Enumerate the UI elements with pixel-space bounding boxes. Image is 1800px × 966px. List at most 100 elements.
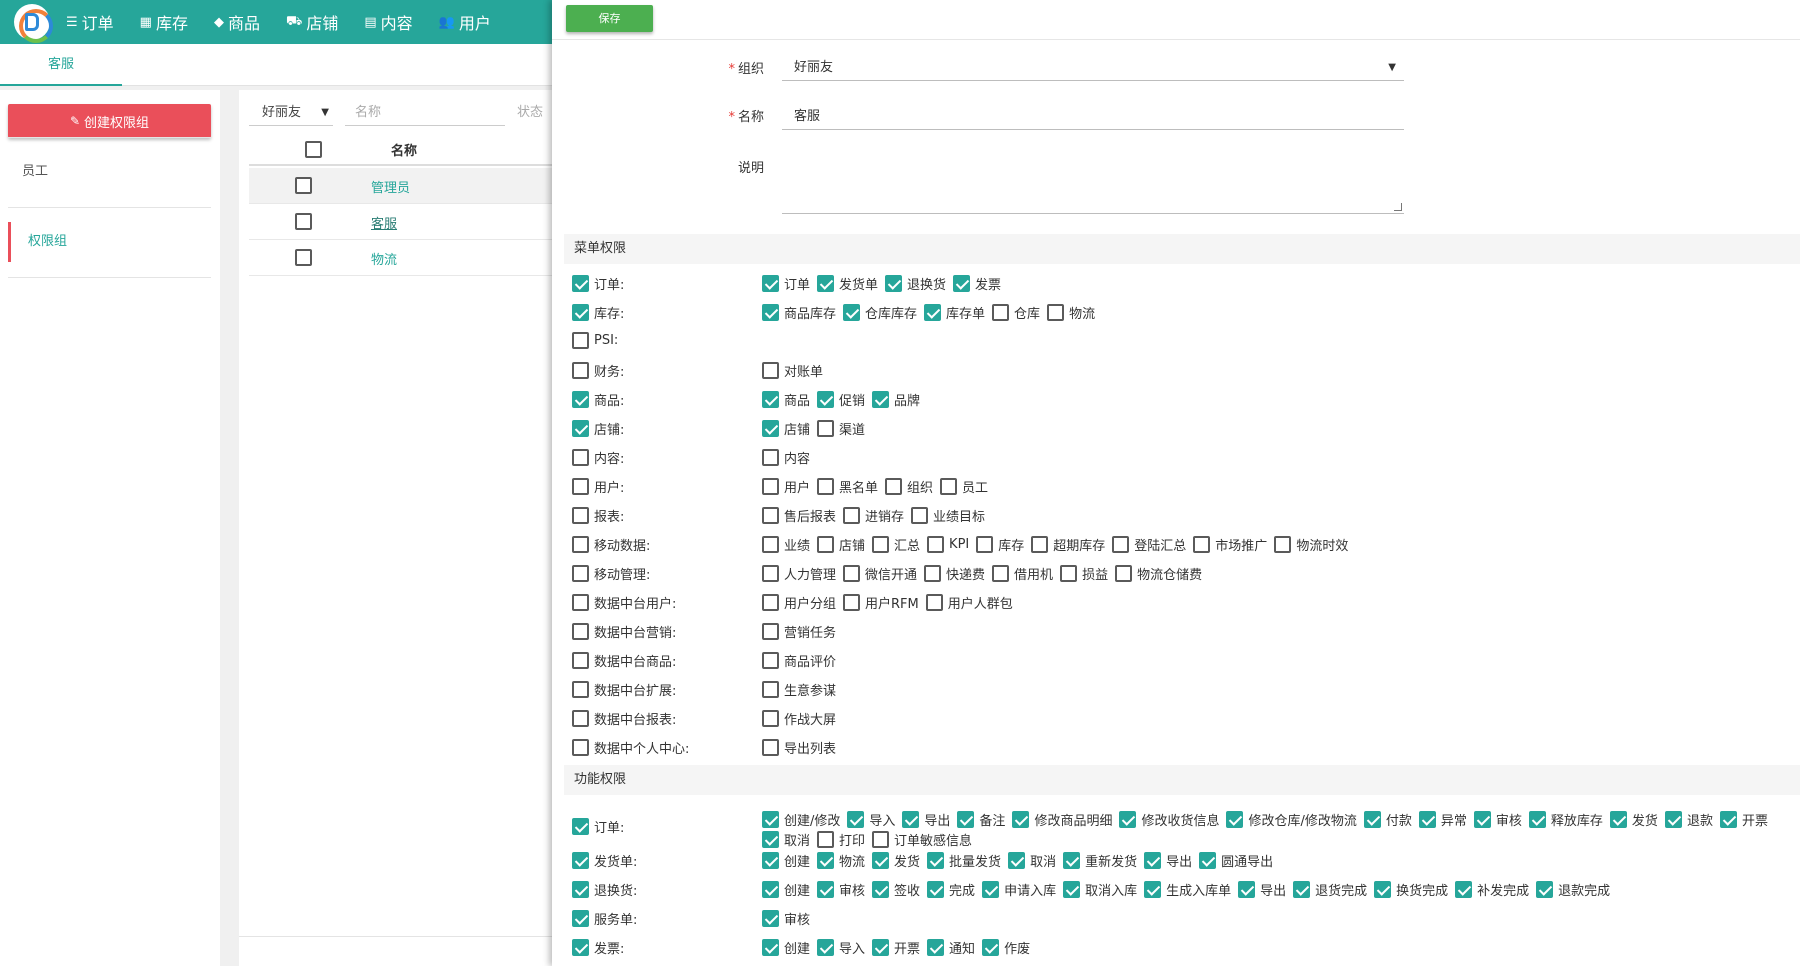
permission-option-checkbox[interactable]: 物流 [817, 851, 865, 870]
permission-option-checkbox[interactable]: 审核 [817, 880, 865, 899]
permission-option-checkbox[interactable]: 库存单 [924, 303, 985, 322]
row-checkbox[interactable] [295, 213, 312, 230]
permission-option-checkbox[interactable]: 通知 [927, 938, 975, 957]
permission-option-checkbox[interactable]: 市场推广 [1193, 535, 1267, 554]
permission-option-checkbox[interactable]: 仓库 [992, 303, 1040, 322]
row-checkbox[interactable] [295, 177, 312, 194]
permission-option-checkbox[interactable]: 退货完成 [1293, 880, 1367, 899]
permission-option-checkbox[interactable]: 组织 [885, 477, 933, 496]
checkbox[interactable] [572, 536, 589, 553]
checkbox[interactable] [817, 391, 835, 408]
checkbox[interactable] [976, 536, 994, 553]
checkbox[interactable] [572, 594, 589, 611]
permission-option-checkbox[interactable]: 修改商品明细 [1012, 810, 1112, 829]
permission-option-checkbox[interactable]: 黑名单 [817, 477, 878, 496]
permission-category-checkbox[interactable]: 退换货: [572, 880, 637, 899]
checkbox[interactable] [762, 739, 779, 756]
permission-option-checkbox[interactable]: 退款完成 [1536, 880, 1610, 899]
permission-option-checkbox[interactable]: 导出 [1144, 851, 1192, 870]
checkbox[interactable] [872, 536, 890, 553]
create-permission-group-button[interactable]: ✎ 创建权限组 [8, 104, 211, 138]
checkbox[interactable] [1031, 536, 1049, 553]
checkbox[interactable] [847, 811, 865, 828]
permission-option-checkbox[interactable]: 渠道 [817, 419, 865, 438]
checkbox[interactable] [1293, 881, 1311, 898]
permission-option-checkbox[interactable]: 业绩 [762, 535, 810, 554]
checkbox[interactable] [762, 910, 779, 927]
permission-option-checkbox[interactable]: 店铺 [762, 419, 810, 438]
permission-option-checkbox[interactable]: 开票 [1719, 810, 1768, 829]
permission-option-checkbox[interactable]: 快递费 [924, 564, 985, 583]
permission-option-checkbox[interactable]: 创建 [762, 938, 810, 957]
permission-option-checkbox[interactable]: 营销任务 [762, 622, 836, 641]
permission-option-checkbox[interactable]: 借用机 [992, 564, 1053, 583]
checkbox[interactable] [762, 362, 779, 379]
checkbox[interactable] [1363, 811, 1381, 828]
permission-option-checkbox[interactable]: 修改收货信息 [1119, 810, 1219, 829]
permission-option-checkbox[interactable]: 退换货 [885, 274, 946, 293]
checkbox[interactable] [572, 852, 589, 869]
permission-option-checkbox[interactable]: 重新发货 [1063, 851, 1137, 870]
checkbox[interactable] [817, 275, 835, 292]
permission-option-checkbox[interactable]: 员工 [940, 477, 988, 496]
checkbox[interactable] [572, 420, 589, 437]
permission-category-checkbox[interactable]: 库存: [572, 303, 624, 322]
checkbox[interactable] [1063, 852, 1081, 869]
checkbox[interactable] [762, 507, 779, 524]
permission-category-checkbox[interactable]: 财务: [572, 361, 624, 380]
permission-option-checkbox[interactable]: 圆通导出 [1199, 851, 1273, 870]
permission-category-checkbox[interactable]: 发票: [572, 938, 624, 957]
checkbox[interactable] [957, 811, 975, 828]
checkbox[interactable] [1238, 881, 1256, 898]
checkbox[interactable] [762, 710, 779, 727]
checkbox[interactable] [762, 811, 779, 828]
permission-option-checkbox[interactable]: 超期库存 [1031, 535, 1105, 554]
checkbox[interactable] [762, 652, 779, 669]
permission-category-checkbox[interactable]: 报表: [572, 506, 624, 525]
checkbox[interactable] [982, 939, 1000, 956]
select-all-checkbox[interactable] [305, 141, 322, 158]
checkbox[interactable] [1418, 811, 1436, 828]
checkbox[interactable] [817, 881, 835, 898]
permission-category-checkbox[interactable]: 订单: [572, 274, 624, 293]
checkbox[interactable] [843, 304, 861, 321]
nav-item-5[interactable]: 👥 用户 [439, 0, 491, 44]
permission-option-checkbox[interactable]: 发票 [953, 274, 1001, 293]
permission-category-checkbox[interactable]: 移动管理: [572, 564, 650, 583]
permission-option-checkbox[interactable]: 导出 [902, 810, 950, 829]
permission-option-checkbox[interactable]: 损益 [1060, 564, 1108, 583]
permission-option-checkbox[interactable]: 审核 [762, 909, 810, 928]
checkbox[interactable] [762, 681, 779, 698]
permission-option-checkbox[interactable]: 物流仓储费 [1115, 564, 1202, 583]
checkbox[interactable] [924, 304, 942, 321]
permission-option-checkbox[interactable]: 批量发货 [927, 851, 1001, 870]
permission-option-checkbox[interactable]: 发货单 [817, 274, 878, 293]
checkbox[interactable] [1119, 811, 1137, 828]
permission-option-checkbox[interactable]: 导出列表 [762, 738, 836, 757]
checkbox[interactable] [1060, 565, 1078, 582]
checkbox[interactable] [1455, 881, 1473, 898]
checkbox[interactable] [872, 939, 890, 956]
checkbox[interactable] [572, 910, 589, 927]
permission-option-checkbox[interactable]: 商品库存 [762, 303, 836, 322]
org-select[interactable]: 好丽友 ▼ [782, 55, 1404, 81]
name-input[interactable]: 客服 [782, 104, 1404, 130]
checkbox[interactable] [762, 420, 779, 437]
permission-option-checkbox[interactable]: 创建/修改 [762, 810, 840, 829]
permission-category-checkbox[interactable]: 数据中台用户: [572, 593, 676, 612]
checkbox[interactable] [1528, 811, 1546, 828]
checkbox[interactable] [572, 739, 589, 756]
checkbox[interactable] [572, 881, 589, 898]
checkbox[interactable] [572, 362, 589, 379]
tab-kefu[interactable]: 客服 [0, 44, 122, 86]
permission-option-checkbox[interactable]: 创建 [762, 880, 810, 899]
sidebar-item-staff[interactable]: 员工 [8, 152, 211, 192]
name-filter-input[interactable]: 名称 [345, 100, 505, 126]
checkbox[interactable] [927, 536, 945, 553]
org-filter-select[interactable]: 好丽友 ▼ [249, 100, 333, 126]
checkbox[interactable] [1473, 811, 1491, 828]
permission-option-checkbox[interactable]: 汇总 [872, 535, 920, 554]
checkbox[interactable] [817, 478, 835, 495]
permission-category-checkbox[interactable]: 数据中台营销: [572, 622, 676, 641]
permission-option-checkbox[interactable]: 订单 [762, 274, 810, 293]
